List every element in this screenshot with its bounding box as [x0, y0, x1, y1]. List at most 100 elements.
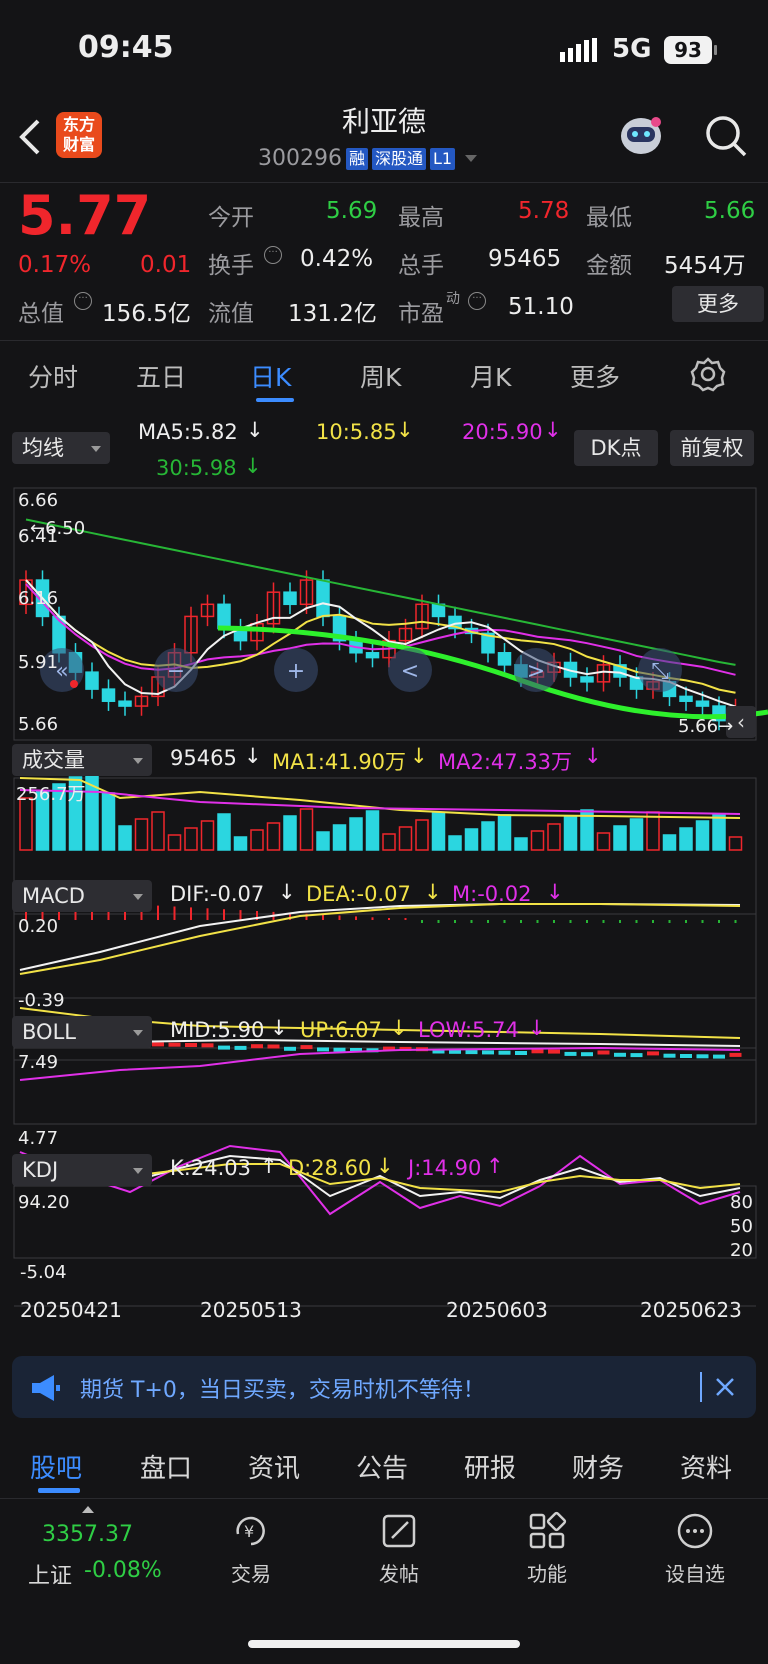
- volume-bar: [547, 823, 561, 851]
- index-name[interactable]: 上证: [28, 1558, 72, 1590]
- volume-bar: [613, 825, 627, 851]
- date-label: 20250421: [20, 1298, 122, 1322]
- megaphone-icon: [32, 1375, 60, 1401]
- volume-bar: [266, 822, 281, 851]
- divider: [0, 182, 768, 183]
- signal-icon: [560, 38, 597, 62]
- close-icon[interactable]: [714, 1376, 736, 1398]
- index-value[interactable]: 3357.37: [42, 1522, 133, 1547]
- boll-candle: [201, 1043, 214, 1048]
- boll-candle: [729, 1052, 742, 1057]
- low-marker: 5.66→: [678, 716, 734, 737]
- macd-dea-arrow: ↓: [424, 880, 442, 904]
- boll-candle: [267, 1044, 280, 1049]
- nav-trade[interactable]: ¥ 交易: [206, 1510, 296, 1587]
- chart-nav-icon: ⤡: [651, 659, 669, 684]
- volume-selector[interactable]: 成交量: [12, 744, 152, 776]
- low-value: 5.66: [704, 198, 756, 224]
- volume-bar: [283, 815, 297, 851]
- chart-nav-icon: >: [527, 659, 545, 684]
- open-value: 5.69: [326, 198, 378, 224]
- adjust-button[interactable]: 前复权: [670, 430, 754, 466]
- chart-nav-icon: <: [401, 659, 419, 684]
- info-icon[interactable]: ···: [74, 292, 92, 310]
- date-label: 20250603: [446, 1298, 548, 1322]
- tab-forum[interactable]: 股吧: [30, 1448, 82, 1485]
- boll-candle: [300, 1045, 313, 1050]
- kline-candle: [365, 652, 380, 659]
- ma-selector[interactable]: 均线: [12, 432, 110, 464]
- nav-post[interactable]: 发帖: [354, 1510, 444, 1587]
- volume-bar: [382, 833, 396, 851]
- tab-profile[interactable]: 资料: [680, 1448, 732, 1485]
- tab-finance[interactable]: 财务: [572, 1448, 624, 1485]
- nav-function[interactable]: 功能: [502, 1510, 592, 1587]
- badge-connect: 深股通: [372, 147, 427, 170]
- panel-frame: [13, 913, 757, 999]
- volume-bar: [596, 832, 611, 851]
- kline-candle: [497, 652, 512, 666]
- macd-selector[interactable]: MACD: [12, 880, 152, 912]
- boll-candle: [234, 1045, 247, 1050]
- boll-candle: [713, 1054, 725, 1059]
- kdj-k-arrow: ↑: [260, 1154, 278, 1178]
- info-icon[interactable]: ···: [264, 246, 282, 264]
- boll-candle: [614, 1052, 626, 1057]
- battery-icon: 93: [664, 36, 712, 64]
- boll-candle: [597, 1050, 610, 1055]
- boll-candle: [564, 1051, 577, 1056]
- tab-monthly-k[interactable]: 月K: [470, 358, 511, 394]
- amount-value: 5454万: [664, 253, 746, 279]
- boll-candle: [482, 1050, 494, 1055]
- info-icon[interactable]: ···: [468, 292, 486, 310]
- nav-watchlist[interactable]: 设自选: [650, 1510, 740, 1587]
- robot-assistant-icon[interactable]: [616, 112, 666, 160]
- ma20-down-arrow: ↓: [544, 418, 562, 442]
- boll-candle: [185, 1043, 197, 1047]
- tab-research[interactable]: 研报: [464, 1448, 516, 1485]
- svg-text:¥: ¥: [244, 1522, 254, 1541]
- volume-bar: [184, 827, 198, 851]
- boll-selector[interactable]: BOLL: [12, 1016, 152, 1048]
- low-label: 最低: [586, 205, 632, 231]
- boll-up-arrow: ↓: [390, 1016, 408, 1040]
- macd-m-arrow: ↓: [546, 880, 564, 904]
- chart-nav-icon: +: [287, 659, 305, 684]
- volume-arrow: ↓: [244, 744, 262, 768]
- more-button[interactable]: 更多: [672, 286, 764, 322]
- home-indicator: [248, 1640, 520, 1648]
- boll-candle: [531, 1049, 544, 1054]
- dk-point-button[interactable]: DK点: [574, 430, 658, 466]
- pe-sup: 动: [446, 291, 460, 307]
- tab-news[interactable]: 资讯: [248, 1448, 300, 1485]
- volume-bar: [217, 813, 231, 851]
- boll-bottom-label: 4.77: [18, 1128, 59, 1149]
- boll-candle: [630, 1053, 643, 1058]
- boll-candle: [498, 1050, 511, 1055]
- stock-code-row: 300296 融 深股通 L1: [258, 146, 478, 171]
- price-axis-label: 6.16: [18, 588, 59, 609]
- search-icon[interactable]: [704, 114, 748, 158]
- kdj-top-label: 94.20: [18, 1192, 70, 1213]
- volume-bar: [679, 827, 693, 851]
- tab-daily-k[interactable]: 日K: [250, 358, 291, 394]
- volume-bar: [464, 828, 479, 851]
- tab-intraday[interactable]: 分时: [28, 358, 78, 394]
- volume-bar: [101, 792, 116, 851]
- kline-candle: [101, 688, 116, 702]
- kdj-selector[interactable]: KDJ: [12, 1154, 152, 1186]
- boll-candle: [251, 1044, 263, 1049]
- pe-value: 51.10: [508, 294, 574, 320]
- index-change[interactable]: -0.08%: [84, 1558, 162, 1583]
- tab-more[interactable]: 更多: [570, 358, 620, 394]
- expand-icon: ‹: [737, 710, 745, 734]
- badge-level: L1: [430, 147, 456, 170]
- boll-candle: [581, 1052, 593, 1057]
- tab-orderbook[interactable]: 盘口: [140, 1448, 192, 1485]
- banner-text: 期货 T+0，当日买卖，交易时机不等待！: [80, 1378, 485, 1403]
- settings-gear-icon[interactable]: [690, 356, 726, 392]
- tab-announcements[interactable]: 公告: [356, 1448, 408, 1485]
- code-dropdown-icon[interactable]: [465, 155, 478, 162]
- tab-five-day[interactable]: 五日: [136, 358, 186, 394]
- tab-weekly-k[interactable]: 周K: [360, 358, 401, 394]
